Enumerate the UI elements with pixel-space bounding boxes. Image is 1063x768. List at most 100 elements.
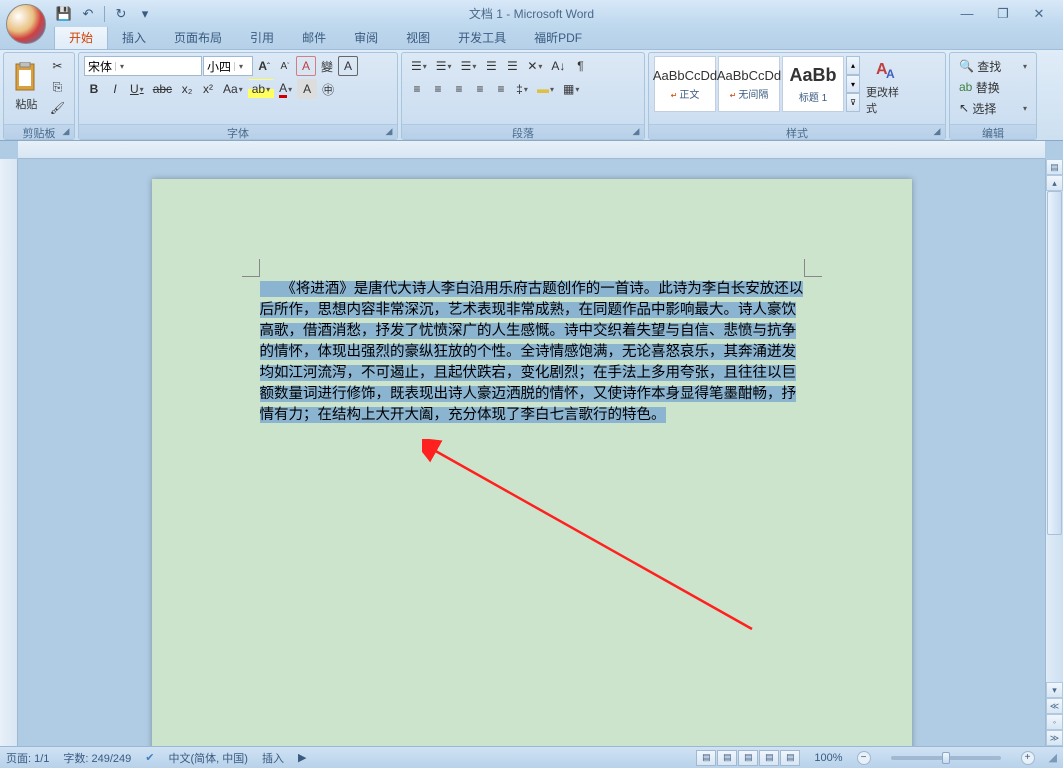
- sort-button[interactable]: A↓: [547, 56, 569, 76]
- scroll-thumb[interactable]: [1047, 191, 1062, 535]
- close-button[interactable]: ✕: [1027, 5, 1051, 23]
- align-center-button[interactable]: ≡: [428, 79, 448, 99]
- vertical-ruler[interactable]: [0, 159, 18, 746]
- view-fullread[interactable]: ▤: [717, 750, 737, 766]
- save-button[interactable]: 💾: [54, 4, 74, 24]
- font-name-combo[interactable]: 宋体▾: [84, 56, 202, 76]
- numbering-button[interactable]: ☰▾: [432, 56, 456, 76]
- format-painter-button[interactable]: 🖌: [46, 98, 69, 118]
- tab-foxitpdf[interactable]: 福昕PDF: [520, 26, 596, 49]
- show-marks-button[interactable]: ¶: [570, 56, 590, 76]
- strikethrough-button[interactable]: abc: [149, 79, 176, 99]
- gallery-up[interactable]: ▴: [846, 56, 860, 75]
- distribute-button[interactable]: ≡: [491, 79, 511, 99]
- paste-button[interactable]: 粘贴: [9, 56, 44, 118]
- align-left-button[interactable]: ≡: [407, 79, 427, 99]
- enclose-char-button[interactable]: ㊥: [318, 79, 338, 99]
- browse-object[interactable]: ◦: [1046, 714, 1063, 730]
- vertical-scrollbar[interactable]: ▤ ▴ ▾ ≪ ◦ ≫: [1045, 159, 1063, 746]
- tab-references[interactable]: 引用: [236, 26, 288, 49]
- copy-button[interactable]: ⎘: [46, 77, 69, 97]
- grow-font-button[interactable]: Aˆ: [254, 56, 274, 76]
- italic-button[interactable]: I: [105, 79, 125, 99]
- clear-format-button[interactable]: A: [296, 56, 316, 76]
- shrink-font-button[interactable]: Aˇ: [275, 56, 295, 76]
- increase-indent-button[interactable]: ☰: [502, 56, 522, 76]
- align-right-button[interactable]: ≡: [449, 79, 469, 99]
- decrease-indent-button[interactable]: ☰: [481, 56, 501, 76]
- font-size-combo[interactable]: 小四▾: [203, 56, 253, 76]
- tab-insert[interactable]: 插入: [108, 26, 160, 49]
- page[interactable]: 《将进酒》是唐代大诗人李白沿用乐府古题创作的一首诗。此诗为李白长安放还以后所作，…: [152, 179, 912, 746]
- select-button[interactable]: ↖ 选择▾: [955, 98, 1031, 118]
- next-page[interactable]: ≫: [1046, 730, 1063, 746]
- qat-customize[interactable]: ▾: [135, 4, 155, 24]
- status-mode[interactable]: 插入: [262, 750, 284, 766]
- phonetic-guide-button[interactable]: 變: [317, 56, 337, 76]
- paragraph-launcher[interactable]: ◢: [630, 126, 642, 138]
- change-case-button[interactable]: Aa▾: [219, 79, 247, 99]
- font-launcher[interactable]: ◢: [383, 126, 395, 138]
- zoom-in[interactable]: +: [1021, 751, 1035, 765]
- prev-page[interactable]: ≪: [1046, 698, 1063, 714]
- multilevel-button[interactable]: ☰▾: [457, 56, 481, 76]
- tab-home[interactable]: 开始: [54, 25, 108, 49]
- scroll-track[interactable]: [1046, 191, 1063, 682]
- char-border-button[interactable]: A: [338, 56, 358, 76]
- undo-button[interactable]: ↶: [78, 4, 98, 24]
- document-text[interactable]: 《将进酒》是唐代大诗人李白沿用乐府古题创作的一首诗。此诗为李白长安放还以后所作，…: [260, 279, 805, 426]
- tab-developer[interactable]: 开发工具: [444, 26, 520, 49]
- status-macro-icon[interactable]: ▶: [298, 751, 306, 764]
- view-outline[interactable]: ▤: [759, 750, 779, 766]
- bold-button[interactable]: B: [84, 79, 104, 99]
- resize-grip[interactable]: ◢: [1049, 751, 1057, 764]
- asian-layout-button[interactable]: ✕▾: [523, 56, 546, 76]
- superscript-button[interactable]: x²: [198, 79, 218, 99]
- view-print[interactable]: ▤: [696, 750, 716, 766]
- status-language[interactable]: 中文(简体, 中国): [169, 750, 248, 766]
- subscript-button[interactable]: x₂: [177, 79, 197, 99]
- tab-view[interactable]: 视图: [392, 26, 444, 49]
- style-normal[interactable]: AaBbCcDd ↵正文: [654, 56, 716, 112]
- status-proofing-icon[interactable]: ✔: [145, 751, 154, 764]
- style-nospacing[interactable]: AaBbCcDd ↵无间隔: [718, 56, 780, 112]
- zoom-value[interactable]: 100%: [814, 752, 842, 764]
- char-shading-button[interactable]: A: [297, 79, 317, 99]
- minimize-button[interactable]: —: [955, 5, 979, 23]
- status-page[interactable]: 页面: 1/1: [6, 750, 49, 766]
- gallery-more[interactable]: ⊽: [846, 93, 860, 112]
- highlight-button[interactable]: ab▾: [248, 79, 274, 99]
- cut-button[interactable]: ✂: [46, 56, 69, 76]
- style-heading1[interactable]: AaBb 标题 1: [782, 56, 844, 112]
- tab-mailings[interactable]: 邮件: [288, 26, 340, 49]
- zoom-out[interactable]: −: [857, 751, 871, 765]
- change-styles-button[interactable]: AA 更改样式: [862, 56, 910, 118]
- justify-button[interactable]: ≡: [470, 79, 490, 99]
- redo-button[interactable]: ↻: [111, 4, 131, 24]
- horizontal-ruler[interactable]: [18, 141, 1045, 159]
- tab-review[interactable]: 审阅: [340, 26, 392, 49]
- styles-launcher[interactable]: ◢: [931, 126, 943, 138]
- clipboard-launcher[interactable]: ◢: [60, 126, 72, 138]
- zoom-slider[interactable]: [891, 756, 1001, 760]
- status-words[interactable]: 字数: 249/249: [63, 750, 131, 766]
- office-button[interactable]: [6, 4, 46, 44]
- find-button[interactable]: 🔍 查找▾: [955, 56, 1031, 76]
- replace-button[interactable]: ab 替换: [955, 77, 1031, 97]
- underline-button[interactable]: U▾: [126, 79, 148, 99]
- bullets-button[interactable]: ☰▾: [407, 56, 431, 76]
- font-color-button[interactable]: A▾: [275, 79, 296, 99]
- ruler-toggle[interactable]: ▤: [1046, 159, 1063, 175]
- view-web[interactable]: ▤: [738, 750, 758, 766]
- scroll-up[interactable]: ▴: [1046, 175, 1063, 191]
- tab-layout[interactable]: 页面布局: [160, 26, 236, 49]
- line-spacing-button[interactable]: ‡▾: [512, 79, 532, 99]
- zoom-thumb[interactable]: [942, 752, 950, 764]
- shading-button[interactable]: ▬▾: [533, 79, 558, 99]
- scroll-down[interactable]: ▾: [1046, 682, 1063, 698]
- view-draft[interactable]: ▤: [780, 750, 800, 766]
- gallery-down[interactable]: ▾: [846, 75, 860, 94]
- restore-button[interactable]: ❐: [991, 5, 1015, 23]
- page-viewport[interactable]: 《将进酒》是唐代大诗人李白沿用乐府古题创作的一首诗。此诗为李白长安放还以后所作，…: [18, 159, 1045, 746]
- borders-button[interactable]: ▦▾: [559, 79, 583, 99]
